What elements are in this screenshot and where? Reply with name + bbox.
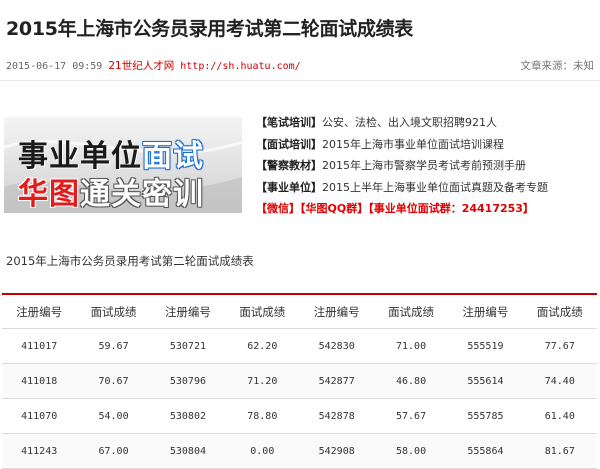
table-cell: 0.00	[225, 433, 300, 469]
promo-link-tag: 【事业单位】	[256, 180, 322, 194]
article-meta: 2015-06-17 09:59 21世纪人才网 http://sh.huatu…	[6, 58, 594, 73]
column-header: 注册编号	[150, 294, 226, 329]
table-cell: 54.00	[76, 398, 151, 434]
table-cell: 542908	[299, 433, 374, 469]
banner-line-2-rest: 通关密训	[80, 177, 204, 212]
table-cell: 542830	[299, 328, 374, 364]
article-source-label: 文章来源：未知	[520, 60, 595, 72]
promo-link-1[interactable]: 【面试培训】2015年上海市事业单位面试培训课程	[256, 134, 596, 156]
table-row: 411018 70.67 530796 71.20 542877 46.80 5…	[2, 363, 597, 399]
promo-link-tag: 【警察教材】	[256, 159, 322, 172]
table-row: 411017 59.67 530721 62.20 542830 71.00 5…	[2, 328, 597, 364]
promo-link-tag: 【面试培训】	[256, 137, 322, 151]
table-cell: 71.20	[225, 363, 300, 399]
table-cell: 530796	[150, 363, 226, 399]
table-cell: 70.67	[76, 363, 151, 399]
table-cell: 411017	[2, 328, 77, 364]
source-url[interactable]: http://sh.huatu.com/	[180, 61, 300, 72]
promo-contact-line[interactable]: 【微信】【华图QQ群】【事业单位面试群：24417253】	[256, 198, 596, 220]
table-cell: 555785	[448, 398, 523, 434]
column-header: 注册编号	[2, 294, 77, 329]
table-cell: 58.00	[373, 433, 449, 469]
banner-line-2: 华图通关密训	[18, 169, 204, 213]
promo-link-2[interactable]: 【警察教材】2015年上海市警察学员考试考前预测手册	[256, 155, 596, 177]
table-cell: 57.67	[373, 398, 449, 434]
table-cell: 71.00	[373, 328, 449, 364]
promo-link-0[interactable]: 【笔试培训】公安、法检、出入境文职招聘921人	[256, 112, 596, 134]
table-row: 411243 67.00 530804 0.00 542908 58.00 55…	[2, 433, 597, 469]
promo-link-text[interactable]: 2015年上海市警察学员考试考前预测手册	[322, 159, 526, 172]
table-cell: 555614	[448, 363, 523, 399]
table-cell: 46.80	[373, 363, 449, 399]
promo-link-3[interactable]: 【事业单位】2015上半年上海事业单位面试真题及备考专题	[256, 177, 596, 199]
table-cell: 542877	[299, 363, 374, 399]
table-cell: 530802	[150, 398, 226, 434]
table-cell: 78.80	[225, 398, 300, 434]
publish-date: 2015-06-17 09:59	[6, 61, 103, 72]
banner-line-2-brand: 华图	[18, 177, 80, 212]
promo-contact-text[interactable]: 【微信】【华图QQ群】【事业单位面试群：24417253】	[256, 202, 534, 215]
table-row: 411070 54.00 530802 78.80 542878 57.67 5…	[2, 398, 597, 434]
table-header-row: 注册编号 面试成绩 注册编号 面试成绩 注册编号 面试成绩 注册编号 面试成绩	[2, 294, 597, 329]
table-cell: 411018	[2, 363, 77, 399]
table-cell: 411070	[2, 398, 77, 434]
column-header: 面试成绩	[373, 294, 449, 329]
table-cell: 555519	[448, 328, 523, 364]
promo-link-text[interactable]: 公安、法检、出入境文职招聘921人	[322, 116, 497, 129]
table-cell: 81.67	[522, 433, 597, 469]
column-header: 注册编号	[448, 294, 523, 329]
source-name[interactable]: 21世纪人才网	[108, 60, 174, 72]
promo-link-tag: 【笔试培训】	[256, 116, 322, 129]
table-cell: 542878	[299, 398, 374, 434]
table-cell: 530804	[150, 433, 226, 469]
table-caption: 2015年上海市公务员录用考试第二轮面试成绩表	[6, 254, 254, 268]
promo-banner-image[interactable]: 事业单位面试 华图通关密训	[4, 117, 242, 213]
header-divider	[0, 80, 600, 81]
column-header: 注册编号	[299, 294, 374, 329]
column-header: 面试成绩	[522, 294, 597, 329]
promo-link-list: 【笔试培训】公安、法检、出入境文职招聘921人 【面试培训】2015年上海市事业…	[256, 112, 596, 220]
column-header: 面试成绩	[76, 294, 151, 329]
article-title: 2015年上海市公务员录用考试第二轮面试成绩表	[6, 18, 413, 40]
score-table: 注册编号 面试成绩 注册编号 面试成绩 注册编号 面试成绩 注册编号 面试成绩 …	[2, 293, 597, 469]
table-cell: 62.20	[225, 328, 300, 364]
table-cell: 411243	[2, 433, 77, 469]
table-cell: 77.67	[522, 328, 597, 364]
column-header: 面试成绩	[225, 294, 300, 329]
table-cell: 61.40	[522, 398, 597, 434]
promo-link-text[interactable]: 2015上半年上海事业单位面试真题及备考专题	[322, 181, 548, 194]
table-cell: 74.40	[522, 363, 597, 399]
table-cell: 67.00	[76, 433, 151, 469]
table-cell: 530721	[150, 328, 226, 364]
table-cell: 555864	[448, 433, 523, 469]
table-cell: 59.67	[76, 328, 151, 364]
promo-link-text[interactable]: 2015年上海市事业单位面试培训课程	[322, 138, 504, 151]
